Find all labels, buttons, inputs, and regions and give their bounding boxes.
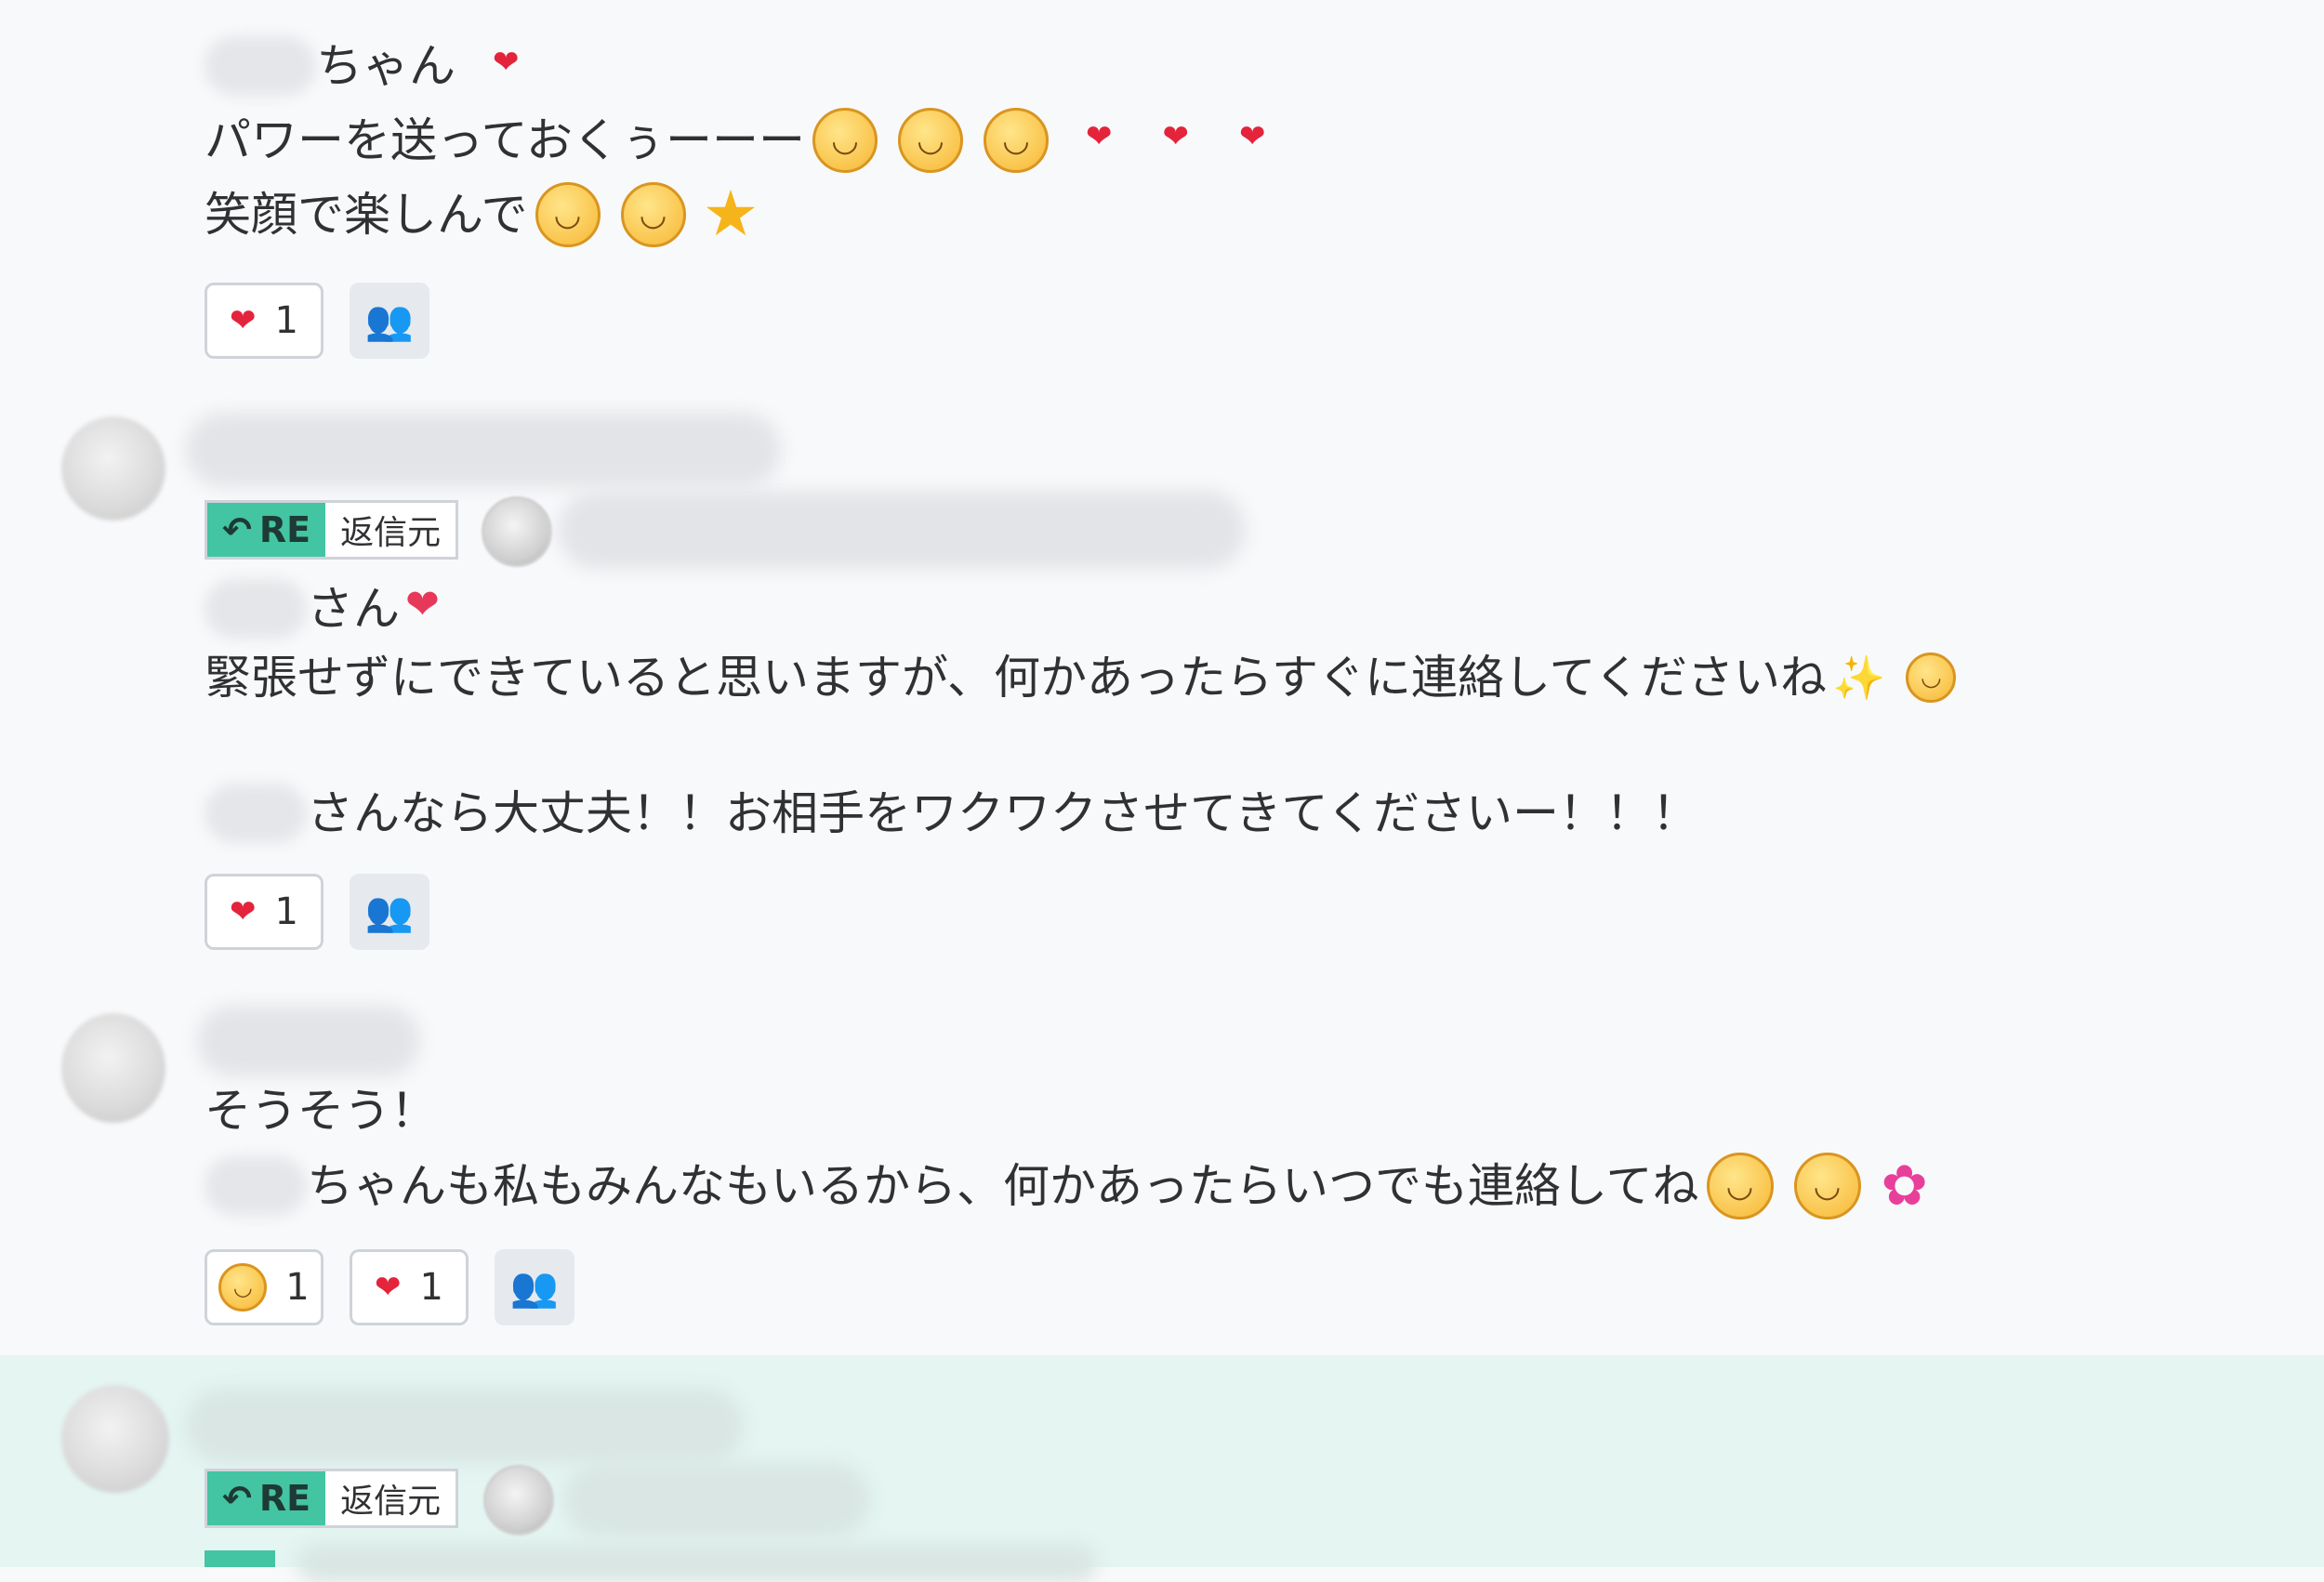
grinning-sweat-face-icon: ◡	[898, 108, 963, 173]
message-2-line-2: さんなら大丈夫！！お相手をワクワクさせてきてくださいー！！！	[205, 781, 1698, 846]
reply-arrow-icon: ↶	[222, 1478, 252, 1519]
blurred-sender-name	[197, 1006, 420, 1076]
heart-icon: ❤	[1162, 118, 1190, 155]
re-label: RE	[258, 509, 311, 550]
grinning-sweat-face-icon: ◡	[620, 182, 686, 247]
reply-arrow-icon: ↶	[222, 509, 252, 550]
star-icon: ★	[702, 178, 759, 251]
message-text: 笑顔で楽しんで	[205, 188, 528, 242]
message-3-line-2: ちゃんも私もみんなもいるから、何かあったらいつでも連絡してね ◡ ◡ ✿	[205, 1153, 1928, 1219]
heart-icon: ❤	[230, 893, 257, 930]
re-badge: ↶ RE	[207, 503, 326, 557]
reaction-count: 1	[274, 890, 298, 933]
reply-source-avatar	[483, 1465, 554, 1536]
blurred-reply-source	[563, 1463, 870, 1537]
grinning-sweat-face-icon: ◡	[218, 1263, 268, 1312]
message-text: さんなら大丈夫！！お相手をワクワクさせてきてくださいー！！！	[307, 786, 1698, 840]
blurred-username	[205, 36, 316, 96]
reply-source-label: 返信元	[340, 514, 442, 552]
heart-icon: ❤	[230, 302, 257, 339]
heart-icon: ❤	[375, 1269, 402, 1306]
grinning-sweat-face-icon: ◡	[812, 108, 878, 173]
user-list-icon: 👥	[364, 889, 415, 934]
heart-icon: ❤	[1086, 118, 1113, 155]
smiling-face-icon: ◡	[1906, 653, 1957, 703]
reaction-count: 1	[419, 1266, 443, 1309]
blurred-sender-name	[186, 413, 781, 487]
reply-source-avatar	[482, 496, 552, 567]
heart-icon: ❤	[405, 581, 440, 628]
reply-source-tag[interactable]: ↶ RE 返信元	[205, 500, 459, 560]
reply-source-tag[interactable]: ↶ RE 返信元	[205, 1469, 459, 1528]
user-list-icon: 👥	[509, 1264, 560, 1310]
reaction-count: 1	[274, 299, 298, 342]
message-text: ちゃんも私もみんなもいるから、何かあったらいつでも連絡してね	[307, 1159, 1699, 1213]
mention-suffix: ちゃん	[316, 39, 456, 93]
message-2-reactions: ❤ 1 👥	[205, 874, 429, 950]
message-2-mention-line: さん ❤	[205, 576, 440, 641]
avatar[interactable]	[61, 1013, 165, 1123]
reply-source-label: 返信元	[340, 1483, 442, 1521]
reaction-users-button[interactable]: 👥	[350, 874, 429, 950]
heart-reaction-button[interactable]: ❤ 1	[350, 1249, 469, 1325]
flower-icon: ✿	[1881, 1154, 1928, 1219]
avatar[interactable]	[61, 416, 165, 521]
smiling-face-icon: ◡	[1793, 1153, 1861, 1219]
emoji-reaction-button[interactable]: ◡ 1	[205, 1249, 324, 1325]
message-3-line-1: そうそう！	[205, 1078, 437, 1143]
blurred-username	[205, 784, 307, 843]
message-1-reactions: ❤ 1 👥	[205, 283, 429, 359]
reaction-count: 1	[285, 1266, 310, 1309]
reaction-users-button[interactable]: 👥	[350, 283, 429, 359]
message-1-mention-line: ちゃん ❤	[205, 33, 520, 99]
smiling-face-icon: ◡	[1706, 1153, 1774, 1219]
blurred-reply-preview	[297, 1545, 1097, 1582]
message-2-line-1: 緊張せずにできていると思いますが、何かあったらすぐに連絡してくださいね ✨ ◡	[205, 645, 1957, 710]
heart-reaction-button[interactable]: ❤ 1	[205, 874, 324, 950]
avatar[interactable]	[61, 1385, 169, 1493]
reaction-users-button[interactable]: 👥	[495, 1249, 574, 1325]
grinning-sweat-face-icon: ◡	[984, 108, 1049, 173]
message-text: そうそう！	[205, 1084, 437, 1138]
sparkle-icon: ✨	[1832, 653, 1886, 703]
mention-suffix: さん	[307, 582, 400, 636]
heart-reaction-button[interactable]: ❤ 1	[205, 283, 324, 359]
blurred-sender-name	[186, 1389, 744, 1463]
message-text: 緊張せずにできていると思いますが、何かあったらすぐに連絡してくださいね	[205, 651, 1827, 705]
blurred-username	[205, 1156, 307, 1216]
grinning-sweat-face-icon: ◡	[535, 182, 601, 247]
re-badge: ↶ RE	[207, 1471, 326, 1525]
message-3-reactions: ◡ 1 ❤ 1 👥	[205, 1249, 574, 1325]
heart-icon: ❤	[493, 44, 520, 81]
re-badge-partial	[205, 1550, 275, 1567]
user-list-icon: 👥	[364, 297, 415, 343]
message-text: パワーを送っておくぅーーー	[205, 113, 805, 167]
message-1-line-2: 笑顔で楽しんで ◡ ◡ ★	[205, 182, 759, 247]
re-label: RE	[258, 1478, 311, 1519]
blurred-username	[205, 579, 307, 639]
heart-icon: ❤	[1239, 118, 1266, 155]
message-1-line-1: パワーを送っておくぅーーー ◡ ◡ ◡ ❤ ❤ ❤	[205, 108, 1266, 173]
blurred-reply-source	[558, 491, 1246, 569]
